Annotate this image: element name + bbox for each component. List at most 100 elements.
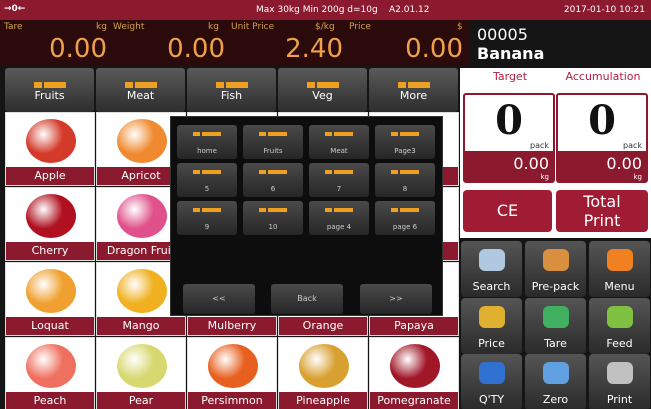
print-button[interactable]: Print <box>589 354 650 409</box>
product-image <box>117 194 167 238</box>
product-label: Papaya <box>370 317 458 335</box>
target-label: Target <box>492 70 528 83</box>
page-button[interactable]: 8 <box>375 163 435 197</box>
product-tile[interactable]: Persimmon <box>187 337 277 409</box>
qty-button[interactable]: Q'TY <box>461 354 522 409</box>
category-fish[interactable]: Fish <box>187 68 276 112</box>
function-label: Feed <box>606 337 633 350</box>
price-label: Price <box>349 22 371 32</box>
zero-indicator: →0← <box>4 4 26 14</box>
product-tile[interactable]: Apple <box>5 112 95 186</box>
accumulation-label: Accumulation <box>565 70 641 83</box>
page-button-label: 8 <box>402 185 408 193</box>
prev-page-button[interactable]: << <box>183 284 255 314</box>
qty-icon <box>478 362 505 384</box>
product-label: Orange <box>279 317 367 335</box>
box-icon <box>542 249 569 271</box>
target-unit: pack <box>529 141 549 150</box>
next-page-button[interactable]: >> <box>360 284 432 314</box>
page-button[interactable]: 5 <box>177 163 237 197</box>
weight-unit: kg <box>208 22 219 32</box>
product-tile[interactable]: Peach <box>5 337 95 409</box>
firmware-version: A2.01.12 <box>389 5 430 15</box>
page-button[interactable]: page 4 <box>309 201 369 235</box>
page-button[interactable]: 10 <box>243 201 303 235</box>
menu-button[interactable]: Menu <box>589 241 650 297</box>
product-label: Persimmon <box>188 392 276 409</box>
unit-price-value: 2.40 <box>285 34 343 64</box>
feed-button[interactable]: Feed <box>589 298 650 354</box>
product-label: Mango <box>97 317 185 335</box>
page-button[interactable]: 9 <box>177 201 237 235</box>
tare-button[interactable]: Tare <box>525 298 586 354</box>
price-value: 0.00 <box>405 34 463 64</box>
page-button-label: page 6 <box>392 223 418 231</box>
plu-name: Banana <box>477 44 545 63</box>
function-label: Q'TY <box>478 393 505 406</box>
function-label: Price <box>478 337 505 350</box>
category-more[interactable]: More <box>369 68 458 112</box>
page-button[interactable]: home <box>177 125 237 159</box>
page-button[interactable]: 7 <box>309 163 369 197</box>
accumulation-box[interactable]: 0 pack 0.00 kg <box>556 93 648 183</box>
tare-value: 0.00 <box>49 34 107 64</box>
function-label: Pre-pack <box>531 280 580 293</box>
unit-price-unit: $/kg <box>315 22 335 32</box>
page-button-label: home <box>197 147 217 155</box>
product-tile[interactable]: Pear <box>96 337 186 409</box>
search-button[interactable]: Search <box>461 241 522 297</box>
page-button[interactable]: Page3 <box>375 125 435 159</box>
back-button[interactable]: Back <box>271 284 343 314</box>
function-label: Print <box>606 393 633 406</box>
page-button-label: 7 <box>336 185 342 193</box>
category-fruits[interactable]: Fruits <box>5 68 94 112</box>
accumulation-count: 0 <box>588 97 616 144</box>
product-tile[interactable]: Pomegranate <box>369 337 459 409</box>
tare-unit: kg <box>96 22 107 32</box>
page-button-label: Meat <box>330 147 348 155</box>
page-button-label: 9 <box>204 223 210 231</box>
accumulation-unit: pack <box>622 141 642 150</box>
accumulation-weight: 0.00 <box>606 154 642 173</box>
product-image <box>26 119 76 163</box>
target-box[interactable]: 0 pack 0.00 kg <box>463 93 555 183</box>
product-image <box>299 344 349 388</box>
product-label: Pomegranate <box>370 392 458 409</box>
product-label: Loquat <box>6 317 94 335</box>
prepack-button[interactable]: Pre-pack <box>525 241 586 297</box>
page-button-label: Fruits <box>263 147 283 155</box>
product-label: Peach <box>6 392 94 409</box>
page-button[interactable]: Fruits <box>243 125 303 159</box>
product-image <box>390 344 440 388</box>
menu-icon <box>606 249 633 271</box>
product-tile[interactable]: Cherry <box>5 187 95 261</box>
category-meat[interactable]: Meat <box>96 68 185 112</box>
product-tile[interactable]: Pineapple <box>278 337 368 409</box>
product-image <box>117 119 167 163</box>
category-veg[interactable]: Veg <box>278 68 367 112</box>
page-button[interactable]: page 6 <box>375 201 435 235</box>
zero-button[interactable]: Zero <box>525 354 586 409</box>
accumulation-weight-unit: kg <box>633 173 643 181</box>
total-print-button[interactable]: Total Print <box>556 190 648 232</box>
target-weight-unit: kg <box>540 173 550 181</box>
function-label: Search <box>472 280 511 293</box>
plu-display: 00005 Banana <box>469 20 651 66</box>
page-button[interactable]: 6 <box>243 163 303 197</box>
scale-screen: →0← Max 30kg Min 200g d=10g A2.01.12 201… <box>0 0 651 409</box>
product-image <box>26 194 76 238</box>
product-label: Pineapple <box>279 392 367 409</box>
weight-value: 0.00 <box>167 34 225 64</box>
unit-price-readout: Unit Price $/kg 2.40 <box>231 20 349 66</box>
price-unit: $ <box>457 22 463 32</box>
price-button[interactable]: Price <box>461 298 522 354</box>
capacity-info: Max 30kg Min 200g d=10g <box>256 5 378 15</box>
ce-button[interactable]: CE <box>463 190 552 232</box>
product-label: Apple <box>6 167 94 185</box>
product-label: Cherry <box>6 242 94 260</box>
price-readout: Price $ 0.00 <box>349 20 469 66</box>
product-tile[interactable]: Loquat <box>5 262 95 336</box>
page-button[interactable]: Meat <box>309 125 369 159</box>
product-image <box>117 344 167 388</box>
plu-number: 00005 <box>477 25 528 44</box>
